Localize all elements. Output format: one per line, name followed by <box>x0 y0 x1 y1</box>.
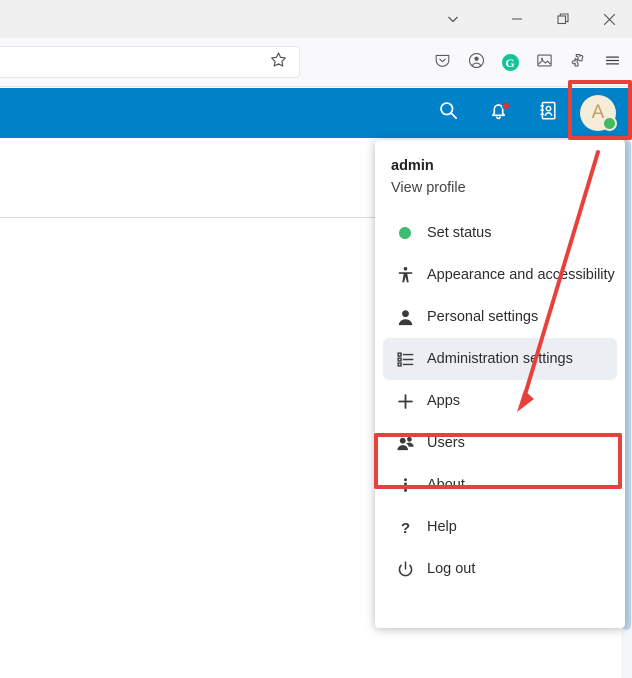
menu-item-label: Users <box>427 435 465 451</box>
account-menu-list: Set status Appearance and accessibility <box>375 212 625 590</box>
browser-titlebar <box>0 0 632 38</box>
menu-item-log-out[interactable]: Log out <box>383 548 617 590</box>
accessibility-icon <box>391 261 419 289</box>
notification-badge <box>502 102 510 110</box>
question-icon: ? <box>391 513 419 541</box>
star-icon <box>270 51 287 73</box>
online-status-dot-icon <box>602 116 617 131</box>
extensions-button[interactable] <box>562 47 594 79</box>
menu-item-label: Help <box>427 519 457 535</box>
svg-text:?: ? <box>400 520 409 537</box>
account-menu-popover: admin View profile Set status Appearance… <box>375 140 625 628</box>
bookmark-button[interactable] <box>262 46 294 78</box>
pocket-save-icon <box>434 52 451 74</box>
menu-item-set-status[interactable]: Set status <box>383 212 617 254</box>
status-dot-icon <box>391 219 419 247</box>
grammarly-extension-button[interactable]: G <box>494 47 526 79</box>
account-circle-icon <box>468 52 485 74</box>
contacts-icon <box>538 100 559 126</box>
grammarly-icon: G <box>501 54 519 71</box>
contacts-button[interactable] <box>526 91 570 135</box>
browser-navigation-bar: G <box>0 38 632 87</box>
menu-item-administration-settings[interactable]: Administration settings <box>383 338 617 380</box>
close-button[interactable] <box>586 0 632 38</box>
menu-item-label: Set status <box>427 225 492 241</box>
list-all-tabs-button[interactable] <box>430 0 476 38</box>
users-group-icon <box>391 429 419 457</box>
app-header: A <box>0 88 632 138</box>
menu-item-label: Personal settings <box>427 309 539 325</box>
screenshot-image-icon <box>536 52 553 74</box>
account-menu-header: admin View profile <box>375 156 625 206</box>
plus-icon <box>391 387 419 415</box>
menu-item-label: Apps <box>427 393 461 409</box>
minimize-button[interactable] <box>494 0 540 38</box>
search-icon <box>438 100 459 126</box>
window-controls <box>430 0 632 38</box>
menu-item-personal-settings[interactable]: Personal settings <box>383 296 617 338</box>
menu-item-label: Administration settings <box>427 351 573 367</box>
account-username: admin <box>391 158 434 174</box>
chevron-down-icon <box>445 11 461 27</box>
browser-toolbar-icons: G <box>426 38 628 87</box>
app-header-actions: A <box>426 88 620 138</box>
menu-item-help[interactable]: ? Help <box>383 506 617 548</box>
screenshot-root: G A admin View profile Set status Appear… <box>0 0 632 678</box>
screenshot-extension-button[interactable] <box>528 47 560 79</box>
address-bar[interactable] <box>0 46 300 78</box>
person-icon <box>391 303 419 331</box>
menu-item-about[interactable]: About <box>383 464 617 506</box>
menu-item-appearance-and-accessibility[interactable]: Appearance and accessibility <box>383 254 617 296</box>
menu-item-apps[interactable]: Apps <box>383 380 617 422</box>
avatar-button[interactable]: A <box>576 91 620 135</box>
power-icon <box>391 555 419 583</box>
pocket-save-button[interactable] <box>426 47 458 79</box>
menu-item-label: Appearance and accessibility <box>427 267 615 283</box>
extension-puzzle-icon <box>570 52 587 74</box>
view-profile-link[interactable]: View profile <box>391 176 609 200</box>
settings-list-icon <box>391 345 419 373</box>
minimize-icon <box>511 13 523 25</box>
restore-button[interactable] <box>540 0 586 38</box>
firefox-account-button[interactable] <box>460 47 492 79</box>
info-icon <box>391 471 419 499</box>
application-menu-button[interactable] <box>596 47 628 79</box>
menu-item-users[interactable]: Users <box>383 422 617 464</box>
close-icon <box>603 13 616 26</box>
menu-item-label: About <box>427 477 465 493</box>
hamburger-menu-icon <box>604 52 621 74</box>
restore-icon <box>557 13 569 25</box>
unified-search-button[interactable] <box>426 91 470 135</box>
menu-item-label: Log out <box>427 561 476 577</box>
notifications-button[interactable] <box>476 91 520 135</box>
